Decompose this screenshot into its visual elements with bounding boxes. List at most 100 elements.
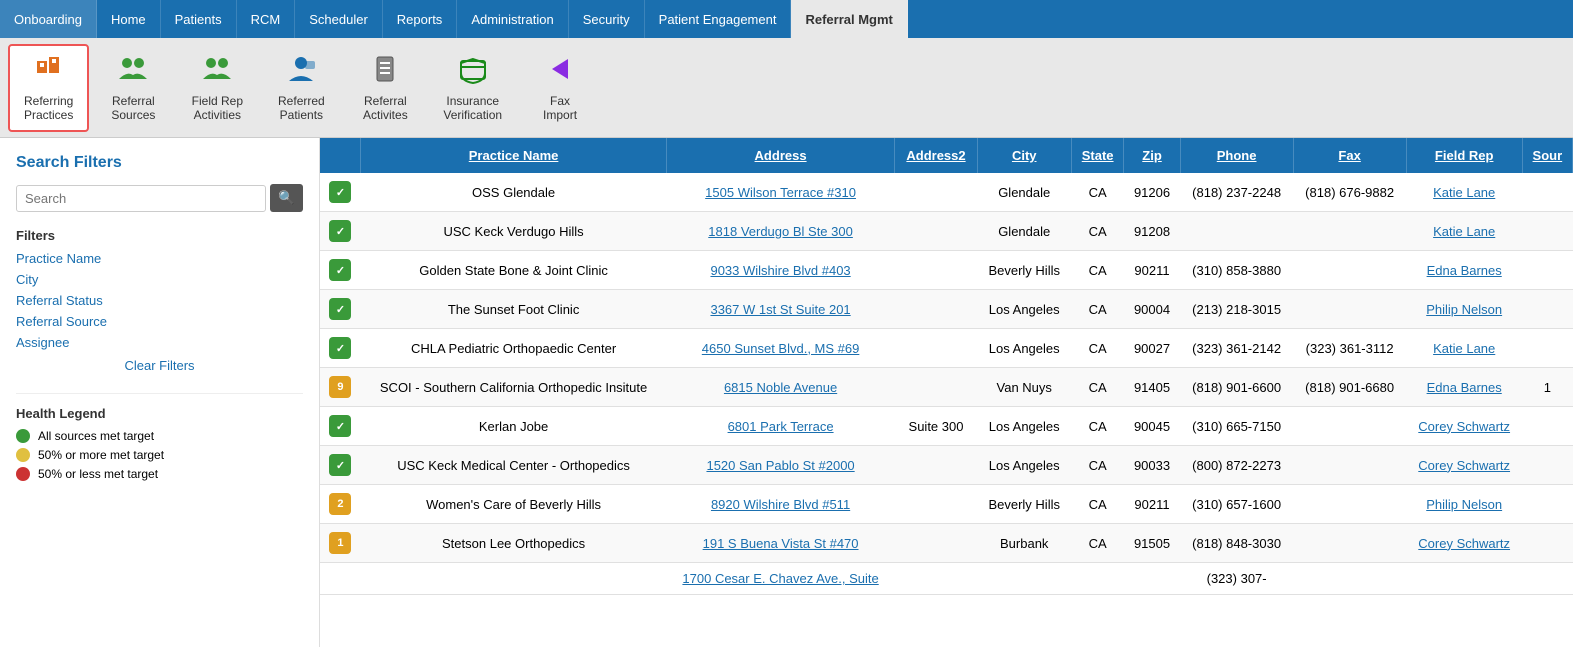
clear-filters-link[interactable]: Clear Filters	[16, 358, 303, 373]
col-sort-zip[interactable]: Zip	[1142, 148, 1162, 163]
toolbar-item-fax-import[interactable]: Fax Import	[520, 44, 600, 132]
field-rep-link-1[interactable]: Katie Lane	[1433, 224, 1495, 239]
col-sort-practiceName[interactable]: Practice Name	[469, 148, 559, 163]
filter-referral-status[interactable]: Referral Status	[16, 293, 303, 308]
nav-item-security[interactable]: Security	[569, 0, 645, 38]
col-header-fieldRep[interactable]: Field Rep	[1406, 138, 1522, 173]
nav-item-administration[interactable]: Administration	[457, 0, 568, 38]
cell-state-1: CA	[1071, 212, 1124, 251]
nav-item-scheduler[interactable]: Scheduler	[295, 0, 383, 38]
fax-import-icon	[544, 53, 576, 90]
nav-item-referral-mgmt[interactable]: Referral Mgmt	[791, 0, 907, 38]
toolbar-item-referring-practices[interactable]: Referring Practices	[8, 44, 89, 132]
field-rep-link-3[interactable]: Philip Nelson	[1426, 302, 1502, 317]
cell-address2-5	[895, 368, 977, 407]
referring-practices-label: Referring Practices	[24, 94, 73, 122]
sidebar-title: Search Filters	[16, 154, 303, 172]
address-link-4[interactable]: 4650 Sunset Blvd., MS #69	[702, 341, 860, 356]
col-sort-address[interactable]: Address	[755, 148, 807, 163]
cell-phone-3: (213) 218-3015	[1180, 290, 1293, 329]
col-sort-fax[interactable]: Fax	[1338, 148, 1360, 163]
cell-zip-3: 90004	[1124, 290, 1180, 329]
cell-practiceName-9: Stetson Lee Orthopedics	[361, 524, 666, 563]
field-rep-link-7[interactable]: Corey Schwartz	[1418, 458, 1510, 473]
toolbar-item-referred-patients[interactable]: Referred Patients	[261, 44, 341, 132]
cell-address2-9	[895, 524, 977, 563]
col-header-state[interactable]: State	[1071, 138, 1124, 173]
col-header-source[interactable]: Sour	[1522, 138, 1572, 173]
col-header-address2[interactable]: Address2	[895, 138, 977, 173]
filter-links: Practice Name City Referral Status Referral…	[16, 251, 303, 350]
field-rep-link-4[interactable]: Katie Lane	[1433, 341, 1495, 356]
toolbar-item-referral-sources[interactable]: Referral Sources	[93, 44, 173, 132]
address-link-1[interactable]: 1818 Verdugo Bl Ste 300	[708, 224, 853, 239]
address-link-10[interactable]: 1700 Cesar E. Chavez Ave., Suite	[682, 571, 878, 586]
toolbar-item-referral-activites[interactable]: Referral Activites	[345, 44, 425, 132]
col-header-fax[interactable]: Fax	[1293, 138, 1406, 173]
cell-source-4	[1522, 329, 1572, 368]
field-rep-link-6[interactable]: Corey Schwartz	[1418, 419, 1510, 434]
col-sort-address2[interactable]: Address2	[906, 148, 965, 163]
address-link-6[interactable]: 6801 Park Terrace	[728, 419, 834, 434]
cell-phone-2: (310) 858-3880	[1180, 251, 1293, 290]
cell-zip-8: 90211	[1124, 485, 1180, 524]
toolbar-item-insurance-verification[interactable]: Insurance Verification	[429, 44, 516, 132]
search-input[interactable]	[16, 185, 266, 212]
legend-dot-2	[16, 467, 30, 481]
filter-city[interactable]: City	[16, 272, 303, 287]
search-button[interactable]: 🔍	[270, 184, 303, 212]
col-sort-source[interactable]: Sour	[1533, 148, 1563, 163]
legend-item-2: 50% or less met target	[16, 467, 303, 481]
col-sort-fieldRep[interactable]: Field Rep	[1435, 148, 1494, 163]
cell-fieldRep-3: Philip Nelson	[1406, 290, 1522, 329]
col-sort-phone[interactable]: Phone	[1217, 148, 1257, 163]
address-link-8[interactable]: 8920 Wilshire Blvd #511	[711, 497, 850, 512]
address-link-0[interactable]: 1505 Wilson Terrace #310	[705, 185, 856, 200]
col-header-address[interactable]: Address	[666, 138, 895, 173]
cell-zip-7: 90033	[1124, 446, 1180, 485]
address-link-9[interactable]: 191 S Buena Vista St #470	[703, 536, 859, 551]
nav-item-rcm[interactable]: RCM	[237, 0, 296, 38]
col-sort-state[interactable]: State	[1082, 148, 1114, 163]
nav-item-onboarding[interactable]: Onboarding	[0, 0, 97, 38]
status-badge-8: 2	[329, 493, 351, 515]
field-rep-link-8[interactable]: Philip Nelson	[1426, 497, 1502, 512]
cell-source-10	[1522, 563, 1572, 595]
nav-item-reports[interactable]: Reports	[383, 0, 458, 38]
col-header-practiceName[interactable]: Practice Name	[361, 138, 666, 173]
cell-phone-6: (310) 665-7150	[1180, 407, 1293, 446]
cell-practiceName-3: The Sunset Foot Clinic	[361, 290, 666, 329]
legend-dot-1	[16, 448, 30, 462]
address-link-2[interactable]: 9033 Wilshire Blvd #403	[710, 263, 850, 278]
col-sort-city[interactable]: City	[1012, 148, 1037, 163]
field-rep-link-5[interactable]: Edna Barnes	[1427, 380, 1502, 395]
cell-city-1: Glendale	[977, 212, 1071, 251]
nav-item-patient-engagement[interactable]: Patient Engagement	[645, 0, 792, 38]
col-header-city[interactable]: City	[977, 138, 1071, 173]
table-header-row: Practice Name Address Address2 City State Zip…	[320, 138, 1573, 173]
cell-address-5: 6815 Noble Avenue	[666, 368, 895, 407]
cell-fieldRep-0: Katie Lane	[1406, 173, 1522, 212]
field-rep-link-9[interactable]: Corey Schwartz	[1418, 536, 1510, 551]
referred-patients-label: Referred Patients	[278, 94, 325, 122]
address-link-5[interactable]: 6815 Noble Avenue	[724, 380, 837, 395]
cell-address2-4	[895, 329, 977, 368]
nav-item-patients[interactable]: Patients	[161, 0, 237, 38]
filter-referral-source[interactable]: Referral Source	[16, 314, 303, 329]
cell-fieldRep-6: Corey Schwartz	[1406, 407, 1522, 446]
cell-city-6: Los Angeles	[977, 407, 1071, 446]
cell-badge-10	[320, 563, 361, 595]
field-rep-link-2[interactable]: Edna Barnes	[1427, 263, 1502, 278]
filter-assignee[interactable]: Assignee	[16, 335, 303, 350]
nav-item-home[interactable]: Home	[97, 0, 161, 38]
field-rep-link-0[interactable]: Katie Lane	[1433, 185, 1495, 200]
toolbar-item-field-rep-activities[interactable]: Field Rep Activities	[177, 44, 257, 132]
cell-address2-6: Suite 300	[895, 407, 977, 446]
cell-practiceName-10	[361, 563, 666, 595]
filter-practice-name[interactable]: Practice Name	[16, 251, 303, 266]
address-link-7[interactable]: 1520 San Pablo St #2000	[706, 458, 854, 473]
address-link-3[interactable]: 3367 W 1st St Suite 201	[710, 302, 850, 317]
cell-source-7	[1522, 446, 1572, 485]
col-header-phone[interactable]: Phone	[1180, 138, 1293, 173]
col-header-zip[interactable]: Zip	[1124, 138, 1180, 173]
